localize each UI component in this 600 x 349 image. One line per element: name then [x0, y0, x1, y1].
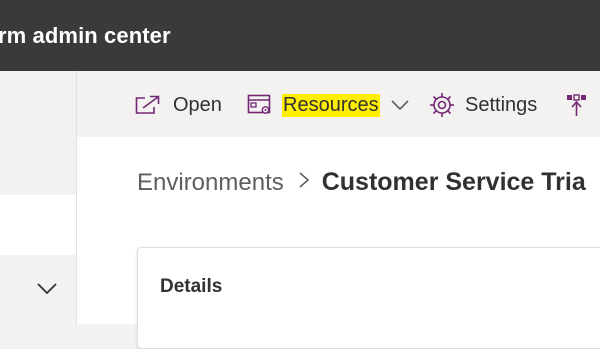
open-label: Open [173, 93, 222, 116]
open-icon [135, 95, 161, 115]
details-card-title: Details [160, 276, 223, 297]
resources-label: Resources [282, 93, 380, 117]
chevron-down-icon[interactable] [36, 280, 58, 296]
open-button[interactable]: Open [135, 89, 222, 121]
details-card: Details [137, 247, 600, 349]
command-bar: Open Resources Settings [77, 71, 600, 137]
resources-icon [247, 93, 273, 117]
settings-button[interactable]: Settings [429, 89, 537, 121]
app-icon [566, 92, 590, 118]
left-navigation [0, 71, 77, 324]
breadcrumb: Environments Customer Service Tria [137, 168, 586, 197]
page-title: Customer Service Tria [321, 168, 586, 196]
nav-item-selected[interactable] [0, 195, 76, 255]
top-header-bar: rm admin center [0, 0, 600, 71]
app-title: rm admin center [0, 23, 171, 48]
main-content: Environments Customer Service Tria Detai… [77, 137, 600, 349]
resources-button[interactable]: Resources [247, 89, 409, 121]
chevron-down-icon[interactable] [391, 99, 409, 111]
settings-icon [429, 92, 455, 118]
app-icon-button[interactable] [566, 89, 590, 121]
breadcrumb-environments-link[interactable]: Environments [137, 169, 284, 197]
breadcrumb-separator-icon [298, 171, 310, 194]
settings-label: Settings [465, 93, 538, 116]
